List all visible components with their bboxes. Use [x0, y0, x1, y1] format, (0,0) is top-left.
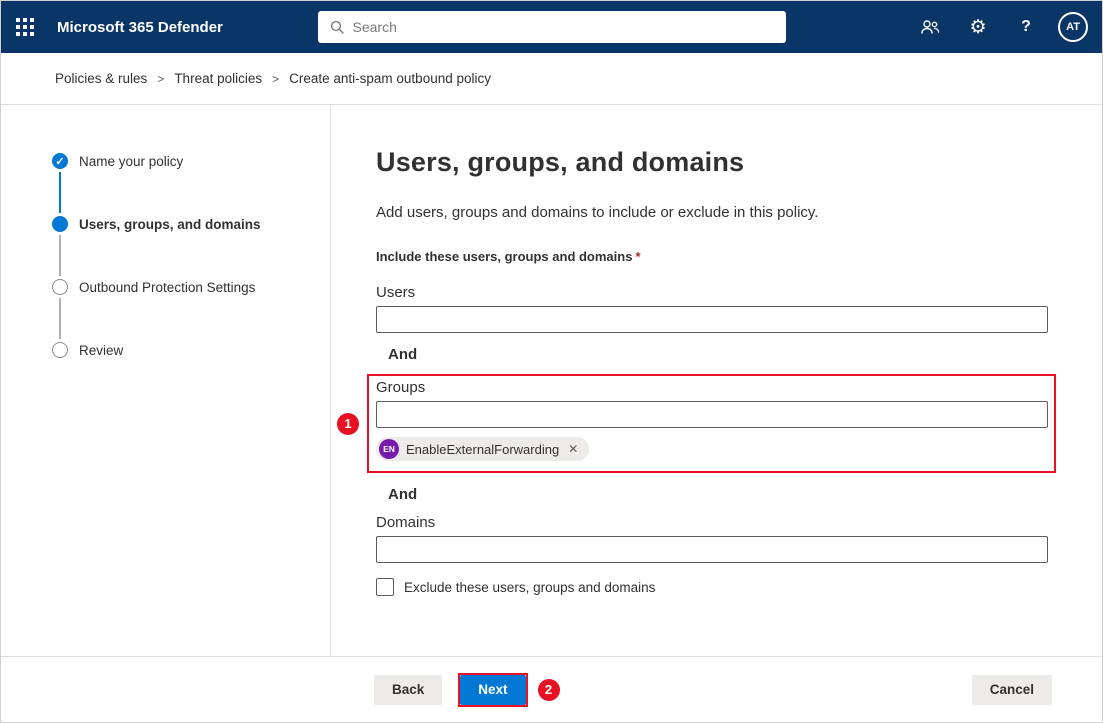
waffle-grid-icon — [16, 18, 34, 36]
exclude-checkbox-row: Exclude these users, groups and domains — [376, 578, 1102, 596]
groups-input[interactable] — [376, 401, 1048, 428]
breadcrumb-item-current: Create anti-spam outbound policy — [289, 71, 491, 86]
step-complete-check-icon: ✓ — [52, 153, 68, 169]
wizard-step-outbound-protection-settings[interactable]: Outbound Protection Settings — [52, 279, 330, 295]
required-asterisk: * — [635, 249, 640, 264]
step-upcoming-circle-icon — [52, 279, 68, 295]
top-bar: Microsoft 365 Defender ⚙ ? AT — [1, 1, 1102, 53]
and-separator-2: And — [388, 486, 1102, 503]
global-search — [318, 11, 786, 43]
and-separator-1: And — [388, 346, 1102, 363]
community-icon[interactable] — [914, 11, 946, 43]
wizard-steps-panel: ✓ Name your policy Users, groups, and do… — [1, 105, 331, 656]
breadcrumb-item-policies-rules[interactable]: Policies & rules — [55, 71, 147, 86]
search-icon — [330, 20, 344, 34]
cancel-button[interactable]: Cancel — [972, 675, 1052, 705]
annotation-box-groups: 1 Groups EN EnableExternalForwarding ✕ — [367, 374, 1056, 473]
group-avatar: EN — [379, 439, 399, 459]
breadcrumb-item-threat-policies[interactable]: Threat policies — [174, 71, 262, 86]
page-subtitle: Add users, groups and domains to include… — [376, 204, 1102, 221]
breadcrumb: Policies & rules > Threat policies > Cre… — [1, 53, 1102, 105]
app-launcher-icon[interactable] — [1, 1, 49, 53]
include-section-label: Include these users, groups and domains* — [376, 249, 1102, 264]
avatar-initials: AT — [1066, 21, 1080, 33]
step-connector — [59, 298, 61, 339]
groups-field-label: Groups — [376, 379, 1054, 396]
chip-remove-icon[interactable]: ✕ — [566, 442, 580, 456]
help-icon[interactable]: ? — [1010, 11, 1042, 43]
group-chip-name: EnableExternalForwarding — [406, 442, 559, 457]
users-input[interactable] — [376, 306, 1048, 333]
annotation-badge-1: 1 — [337, 413, 359, 435]
wizard-footer: Back Next 2 Cancel — [1, 656, 1102, 722]
back-button[interactable]: Back — [374, 675, 442, 705]
step-label: Name your policy — [79, 154, 183, 169]
step-upcoming-circle-icon — [52, 342, 68, 358]
step-label: Review — [79, 343, 123, 358]
wizard-step-name-your-policy[interactable]: ✓ Name your policy — [52, 153, 330, 169]
step-connector — [59, 172, 61, 213]
search-input[interactable] — [353, 19, 774, 35]
exclude-checkbox-label: Exclude these users, groups and domains — [404, 580, 655, 595]
domains-field-label: Domains — [376, 514, 1102, 531]
main-panel: Users, groups, and domains Add users, gr… — [331, 105, 1102, 656]
annotation-outline-next: Next — [458, 673, 527, 707]
domains-input[interactable] — [376, 536, 1048, 563]
page-title: Users, groups, and domains — [376, 147, 1102, 178]
settings-gear-icon[interactable]: ⚙ — [962, 11, 994, 43]
step-label: Outbound Protection Settings — [79, 280, 255, 295]
next-button[interactable]: Next — [460, 675, 525, 705]
exclude-checkbox[interactable] — [376, 578, 394, 596]
breadcrumb-separator-icon: > — [272, 72, 279, 86]
breadcrumb-separator-icon: > — [157, 72, 164, 86]
wizard-step-review[interactable]: Review — [52, 342, 330, 358]
groups-chip-row: EN EnableExternalForwarding ✕ — [376, 437, 1054, 461]
step-current-dot-icon — [52, 216, 68, 232]
app-title: Microsoft 365 Defender — [57, 19, 223, 36]
step-connector — [59, 235, 61, 276]
group-chip: EN EnableExternalForwarding ✕ — [376, 437, 589, 461]
users-field-label: Users — [376, 284, 1102, 301]
account-avatar[interactable]: AT — [1058, 12, 1088, 42]
defender-window: Microsoft 365 Defender ⚙ ? AT — [0, 0, 1103, 723]
step-label: Users, groups, and domains — [79, 217, 261, 232]
annotation-badge-2: 2 — [538, 679, 560, 701]
content-area: ✓ Name your policy Users, groups, and do… — [1, 105, 1102, 656]
top-right-icons: ⚙ ? AT — [914, 11, 1102, 43]
wizard-step-users-groups-domains[interactable]: Users, groups, and domains — [52, 216, 330, 232]
